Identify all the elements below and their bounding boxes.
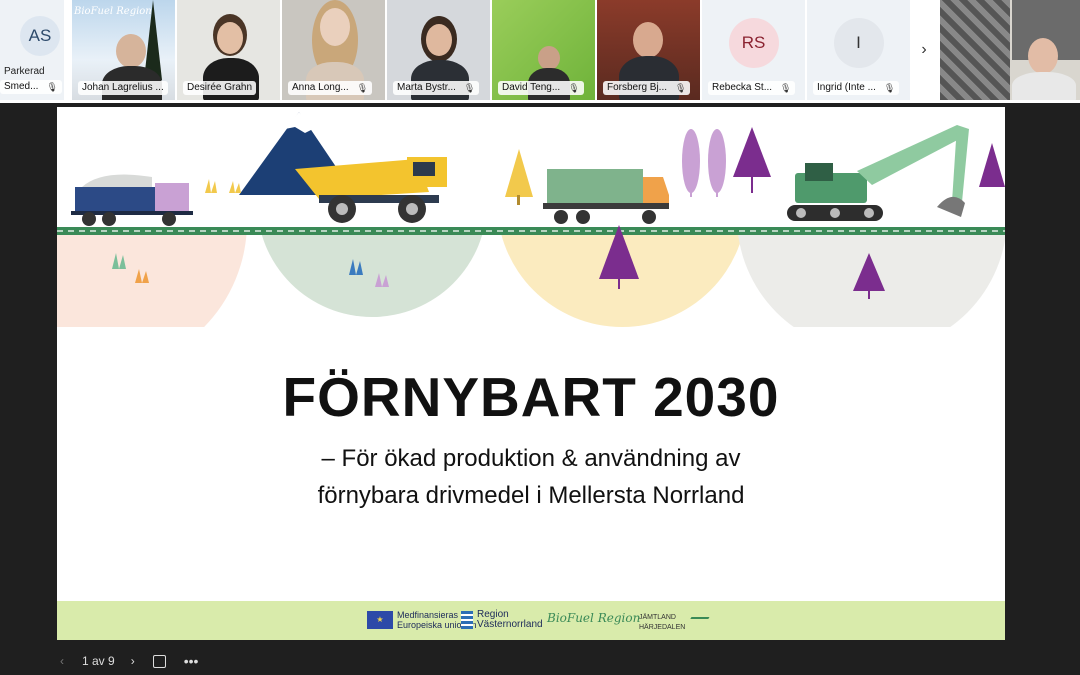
participant-name: Rebecka St... 🎙 (708, 81, 796, 95)
mic-muted-icon: 🎙 (883, 83, 896, 93)
tree (682, 129, 700, 193)
slide-title: FÖRNYBART 2030 (282, 366, 780, 428)
participant-name: Smed... 🎙 (0, 80, 62, 94)
person-head (116, 34, 146, 68)
presentation-slide: FÖRNYBART 2030 – För ökad produktion & a… (57, 107, 1005, 640)
page-indicator: 1 av 9 (82, 654, 115, 668)
participant-tile-ingrid[interactable]: I Ingrid (Inte ... 🎙 (807, 0, 910, 100)
participant-tile-marta[interactable]: Marta Bystr... 🎙 (387, 0, 490, 100)
participant-name: Desirée Grahn (183, 81, 257, 95)
person-head (217, 22, 243, 54)
avatar-initials: I (856, 33, 861, 52)
participant-name: Johan Lagrelius ... (78, 81, 168, 95)
participant-name: Marta Bystr... 🎙 (393, 81, 480, 95)
next-slide-button[interactable]: › (131, 654, 135, 668)
mic-muted-icon: 🎙 (568, 83, 580, 93)
participant-status: Parkerad (4, 66, 45, 77)
avatar: AS (20, 16, 60, 56)
participant-strip: AS Parkerad Smed... 🎙 BioFuel Region Joha… (0, 0, 1080, 103)
region-logo: Region Västernorrland (461, 610, 543, 630)
previous-slide-button[interactable]: ‹ (60, 654, 64, 668)
slide-subtitle: – För ökad produktion & användning av fö… (57, 440, 1005, 514)
avatar-initials: AS (28, 26, 52, 45)
avatar-initials: RS (741, 33, 766, 52)
participant-tile-rs[interactable]: RS Rebecka St... 🎙 (702, 0, 805, 100)
truck-cab (155, 183, 189, 211)
participant-tile-desiree[interactable]: Desirée Grahn (177, 0, 280, 100)
participant-tile-david[interactable]: David Teng... 🎙 (492, 0, 595, 100)
biofuel-logo: BioFuel Region (547, 611, 641, 625)
region-icon (461, 611, 473, 629)
participant-tile-johan[interactable]: BioFuel Region Johan Lagrelius ... (72, 0, 175, 100)
participant-name: Ingrid (Inte ... 🎙 (813, 81, 900, 95)
participant-tile-as[interactable]: AS Parkerad Smed... 🎙 (0, 0, 64, 100)
slide-subtitle-line: förnybara drivmedel i Mellersta Norrland (317, 482, 745, 509)
slide-illustration (57, 107, 1005, 327)
chevron-right-icon: › (921, 41, 927, 58)
person-head (633, 22, 663, 58)
tree (708, 129, 726, 193)
participant-name: Anna Long... 🎙 (288, 81, 373, 95)
more-options-button[interactable]: ••• (184, 653, 199, 669)
avatar: RS (728, 18, 779, 68)
person-body (1012, 72, 1076, 100)
self-view-tile[interactable] (940, 0, 1080, 100)
mic-muted-icon: 🎙 (463, 83, 476, 93)
mic-muted-icon: 🎙 (675, 83, 687, 93)
eu-flag-icon: ★ (367, 611, 393, 629)
wall-painting (940, 0, 1010, 100)
person-head (538, 46, 560, 70)
participant-name: David Teng... 🎙 (498, 81, 584, 95)
mic-muted-icon: 🎙 (780, 83, 792, 93)
mic-muted-icon: 🎙 (356, 83, 369, 93)
avatar: I (833, 18, 884, 68)
jamtland-logo: JÄMTLAND HÄRJEDALEN (639, 613, 710, 633)
slide-controls: ‹ 1 av 9 › ••• (60, 650, 216, 672)
truck-container (547, 169, 643, 203)
mic-muted-icon: 🎙 (46, 82, 58, 92)
mountain-icon (684, 617, 710, 629)
truck-trailer (75, 187, 155, 211)
more-participants-button[interactable]: › (910, 0, 938, 100)
participant-tile-forsberg[interactable]: Forsberg Bj... 🎙 (597, 0, 700, 100)
participant-name: Forsberg Bj... 🎙 (603, 81, 691, 95)
slide-footer: ★ Medfinansieras av Europeiska unionen Re… (57, 601, 1005, 640)
person-head (426, 24, 452, 56)
slide-subtitle-line: – För ökad produktion & användning av (321, 445, 741, 472)
person-head (320, 8, 350, 46)
slide-overview-button[interactable] (152, 654, 166, 668)
person-head (1028, 38, 1058, 74)
participant-tile-anna[interactable]: Anna Long... 🎙 (282, 0, 385, 100)
tile-logo: BioFuel Region (74, 6, 152, 17)
